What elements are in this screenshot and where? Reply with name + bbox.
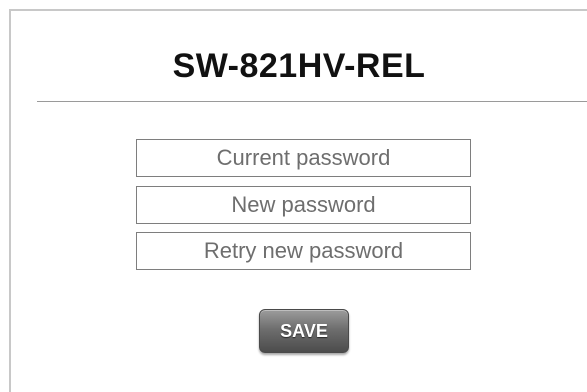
page-title: SW-821HV-REL [172,47,426,85]
current-password-field[interactable] [136,139,471,177]
password-change-panel: SW-821HV-REL SAVE [9,9,587,392]
title-divider [37,101,587,102]
new-password-field[interactable] [136,186,471,224]
save-button[interactable]: SAVE [259,309,349,353]
retry-new-password-field[interactable] [136,232,471,270]
